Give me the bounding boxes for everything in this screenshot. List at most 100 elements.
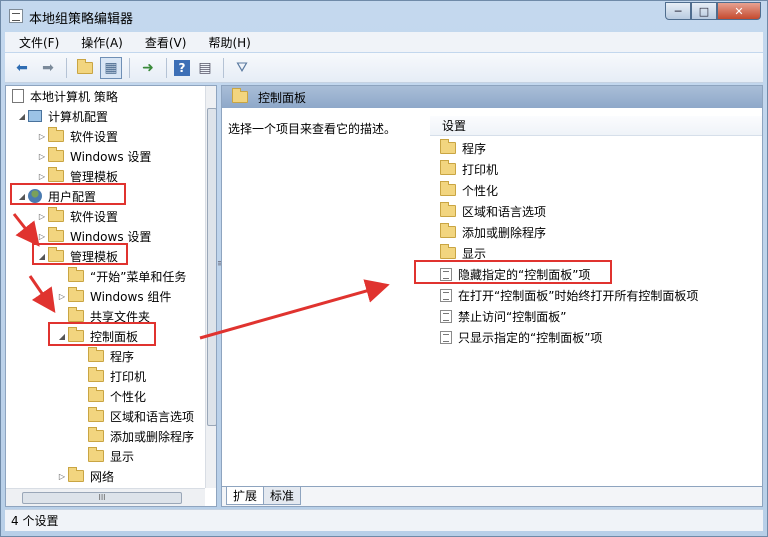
expanded-arrow-icon[interactable]: ◢ (16, 112, 28, 121)
list-item[interactable]: 区域和语言选项 (440, 201, 546, 221)
tree-label: 本地计算机 策略 (30, 89, 118, 104)
folder-icon (48, 147, 64, 162)
folder-icon (88, 347, 104, 362)
folder-icon (440, 244, 456, 259)
export-list-icon[interactable]: ➜ (137, 57, 159, 79)
tree-item-network[interactable]: ▷ 网络 (56, 466, 114, 486)
tree-item-personalization[interactable]: 个性化 (88, 386, 146, 406)
details-header: 控制面板 (222, 86, 762, 108)
folder-icon (88, 407, 104, 422)
tree-label: 程序 (110, 349, 135, 364)
tree-item-regional-options[interactable]: 区域和语言选项 (88, 406, 194, 426)
list-item[interactable]: 个性化 (440, 180, 498, 200)
tree-item-programs[interactable]: 程序 (88, 346, 134, 366)
scroll-thumb[interactable]: III (22, 492, 182, 504)
tree-horizontal-scrollbar[interactable]: III (6, 488, 205, 506)
folder-icon (88, 427, 104, 442)
policy-editor-icon (9, 9, 23, 23)
tab-extended[interactable]: 扩展 (226, 487, 265, 505)
folder-icon (88, 387, 104, 402)
menu-action[interactable]: 操作(A) (67, 34, 131, 51)
collapsed-arrow-icon[interactable]: ▷ (36, 152, 48, 161)
folder-icon (232, 88, 248, 103)
collapsed-arrow-icon[interactable]: ▷ (36, 172, 48, 181)
details-title: 控制面板 (258, 90, 307, 105)
menu-help[interactable]: 帮助(H) (194, 34, 258, 51)
list-item[interactable]: 打印机 (440, 159, 498, 179)
tree-item-display[interactable]: 显示 (88, 446, 134, 466)
tree-label: 管理模板 (70, 169, 119, 184)
tree-label: 显示 (110, 449, 135, 464)
show-hide-tree-icon[interactable]: ▦ (100, 56, 122, 79)
list-item[interactable]: 添加或删除程序 (440, 222, 546, 242)
tree-item-windows-components[interactable]: ▷ Windows 组件 (56, 286, 171, 306)
policy-label: 禁止访问“控制面板” (458, 309, 567, 324)
policy-item[interactable]: 禁止访问“控制面板” (440, 306, 566, 326)
help-icon[interactable]: ? (174, 59, 190, 76)
toolbar-separator (66, 57, 67, 78)
title-bar: 本地组策略编辑器 ─ □ ✕ (1, 1, 767, 31)
forward-icon[interactable]: ➡ (37, 57, 59, 79)
toolbar: ⬅ ➡ ▦ ➜ ? ▤ ⛛ (5, 53, 763, 83)
collapsed-arrow-icon[interactable]: ▷ (56, 292, 68, 301)
list-item[interactable]: 程序 (440, 138, 486, 158)
toolbar-separator (129, 57, 130, 78)
status-bar: 4 个设置 (5, 509, 763, 531)
collapsed-arrow-icon[interactable]: ▷ (36, 212, 48, 221)
collapsed-arrow-icon[interactable]: ▷ (36, 132, 48, 141)
folder-icon (440, 139, 456, 154)
tree-label: 个性化 (110, 389, 147, 404)
tree-item-user-software-settings[interactable]: ▷ 软件设置 (36, 206, 118, 226)
policy-item[interactable]: 只显示指定的“控制面板”项 (440, 327, 602, 347)
list-item-label: 区域和语言选项 (462, 204, 547, 219)
tree-item-printers[interactable]: 打印机 (88, 366, 146, 386)
filter-icon[interactable]: ⛛ (231, 57, 253, 79)
tree-item-add-remove-programs[interactable]: 添加或删除程序 (88, 426, 194, 446)
folder-icon (88, 447, 104, 462)
menu-view[interactable]: 查看(V) (131, 34, 195, 51)
tree-item-start-menu[interactable]: “开始”菜单和任务 (68, 266, 186, 286)
view-tabs: 扩展 标准 (222, 486, 762, 506)
menu-file[interactable]: 文件(F) (5, 34, 67, 51)
policy-setting-icon (440, 309, 452, 323)
tree-label: 软件设置 (70, 129, 119, 144)
tree-item-windows-settings[interactable]: ▷ Windows 设置 (36, 146, 151, 166)
policy-label: 在打开“控制面板”时始终打开所有控制面板项 (458, 288, 699, 303)
folder-icon (68, 307, 84, 322)
tab-standard[interactable]: 标准 (263, 487, 302, 505)
tree-pane: 本地计算机 策略 ◢ 计算机配置 ▷ 软件设置 ▷ Windows 设置 ▷ 管… (5, 85, 217, 507)
toolbar-separator (166, 57, 167, 78)
maximize-button[interactable]: □ (691, 2, 717, 20)
tree-item-computer-config[interactable]: ◢ 计算机配置 (16, 106, 108, 126)
tree-item-root[interactable]: 本地计算机 策略 (12, 86, 118, 106)
tree-label: 添加或删除程序 (110, 429, 195, 444)
folder-icon (48, 227, 64, 242)
minimize-button[interactable]: ─ (665, 2, 691, 20)
tree-label: 打印机 (110, 369, 147, 384)
list-item-label: 打印机 (462, 162, 499, 177)
list-item-label: 显示 (462, 246, 487, 261)
policy-document-icon (12, 89, 24, 103)
folder-icon (440, 160, 456, 175)
window-controls: ─ □ ✕ (665, 2, 761, 20)
back-icon[interactable]: ⬅ (11, 57, 33, 79)
properties-icon[interactable]: ▤ (194, 57, 216, 79)
folder-icon (440, 223, 456, 238)
tree-label: “开始”菜单和任务 (90, 269, 187, 284)
up-folder-icon[interactable] (74, 57, 96, 79)
collapsed-arrow-icon[interactable]: ▷ (36, 232, 48, 241)
tree-label: 计算机配置 (48, 109, 109, 124)
collapsed-arrow-icon[interactable]: ▷ (56, 472, 68, 481)
policy-item[interactable]: 在打开“控制面板”时始终打开所有控制面板项 (440, 285, 698, 305)
window-title: 本地组策略编辑器 (29, 12, 134, 27)
scroll-thumb[interactable] (207, 108, 216, 426)
column-header-settings[interactable]: 设置 (430, 116, 762, 136)
highlight-box-policy (414, 260, 612, 284)
folder-icon (88, 367, 104, 382)
list-item-label: 添加或删除程序 (462, 225, 547, 240)
folder-icon (68, 267, 84, 282)
close-button[interactable]: ✕ (717, 2, 761, 20)
highlight-box-user-config (10, 183, 126, 205)
tree-item-software-settings[interactable]: ▷ 软件设置 (36, 126, 118, 146)
tree-vertical-scrollbar[interactable] (205, 86, 216, 488)
